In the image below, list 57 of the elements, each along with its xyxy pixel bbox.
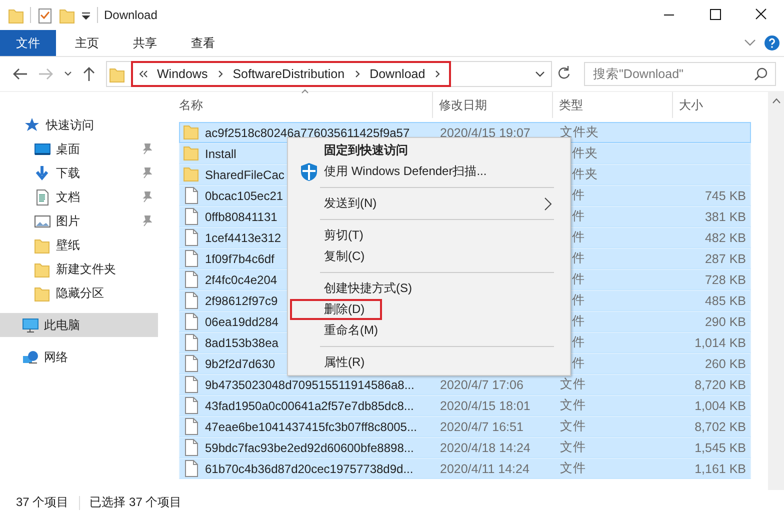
file-type: 件 <box>572 208 585 225</box>
window-title: Download <box>104 8 158 22</box>
file-date: 2020/4/7 17:06 <box>440 378 524 392</box>
file-name: 9b4735023048d709515511914586a8... <box>205 378 414 392</box>
file-type: 件 <box>572 355 585 372</box>
file-type: 件 <box>572 250 585 267</box>
file-type: 文件 <box>560 418 586 435</box>
file-size: 482 KB <box>704 230 746 244</box>
file-name: 0ffb80841131 <box>205 210 278 224</box>
file-name: 0bcac105ec21 <box>205 188 284 202</box>
file-type: 件 <box>572 313 585 330</box>
file-type: 文件 <box>560 460 586 477</box>
file-name: SharedFileCac <box>205 168 284 182</box>
item-count: 37 个项目 <box>16 494 69 511</box>
file-size: 1,004 KB <box>694 398 746 412</box>
file-name: Install <box>205 146 236 160</box>
file-date: 2020/4/15 19:07 <box>440 126 530 140</box>
file-size: 728 KB <box>704 272 746 286</box>
file-size: 485 KB <box>704 294 746 308</box>
file-name: 9b2f2d7d630 <box>205 356 276 370</box>
file-type: 文件 <box>560 397 586 414</box>
file-name: 2f98612f97c9 <box>205 294 278 308</box>
file-type: 文件 <box>560 376 586 393</box>
file-type: 件夹 <box>572 145 598 162</box>
file-type: 件 <box>572 271 585 288</box>
file-name: 1f09f7b4c6df <box>205 252 274 266</box>
file-name: 47eae6be1041437415fc3b07ff8c8005... <box>205 420 417 434</box>
file-date: 2020/4/11 14:24 <box>440 462 530 476</box>
file-type: 文件夹 <box>560 124 599 141</box>
file-date: 2020/4/15 18:01 <box>440 398 530 412</box>
file-name: 59bdc7fac93be2ed92d60600bfe8898... <box>205 440 414 454</box>
file-name: 61b70c4b36d87d20cec19757738d9d... <box>205 462 414 476</box>
file-type: 件 <box>572 292 585 309</box>
file-name: ac9f2518c80246a776035611425f9a57 <box>205 126 410 140</box>
file-size: 1,545 KB <box>694 440 746 454</box>
selection-count: 已选择 37 个项目 <box>90 494 182 511</box>
file-name: 8ad153b38ea <box>205 336 278 350</box>
file-name: 06ea19dd284 <box>205 314 278 328</box>
file-name: 2f4fc0c4e204 <box>205 272 278 286</box>
file-size: 1,161 KB <box>694 462 746 476</box>
file-type: 件夹 <box>572 166 598 183</box>
file-size: 290 KB <box>704 314 746 328</box>
file-size: 8,720 KB <box>694 378 746 392</box>
file-size: 745 KB <box>704 188 746 202</box>
file-size: 287 KB <box>704 252 746 266</box>
file-size: 1,014 KB <box>694 336 746 350</box>
file-date: 2020/4/7 16:51 <box>440 420 524 434</box>
file-name: 43fad1950a0c00641a2f57e7db85dc8... <box>205 398 414 412</box>
file-type: 件 <box>572 229 585 246</box>
file-type: 件 <box>572 187 585 204</box>
file-type: 文件 <box>560 439 586 456</box>
file-date: 2020/4/18 14:24 <box>440 440 530 454</box>
file-name: 1cef4413e312 <box>205 230 282 244</box>
file-size: 381 KB <box>704 210 746 224</box>
file-size: 8,702 KB <box>694 420 746 434</box>
file-type: 件 <box>572 334 585 351</box>
file-size: 260 KB <box>704 356 746 370</box>
